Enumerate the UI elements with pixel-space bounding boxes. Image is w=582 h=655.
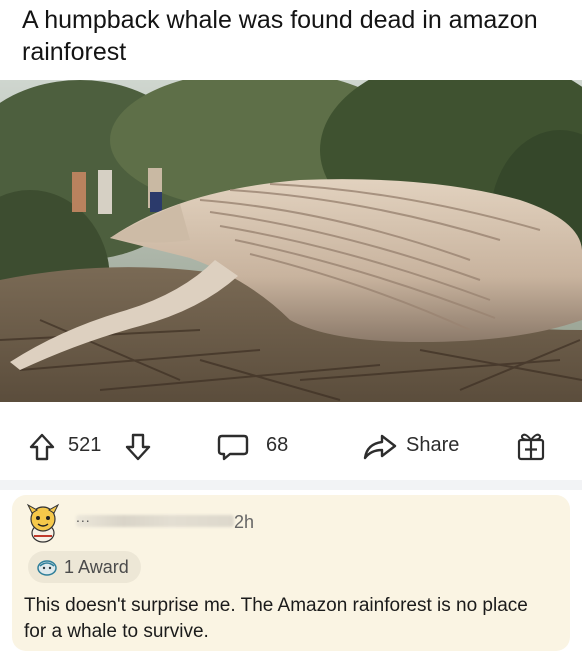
comment-count: 68 [266, 434, 289, 456]
share-button[interactable] [362, 432, 398, 462]
award-icon [37, 560, 57, 576]
username-redacted[interactable] [76, 515, 234, 527]
username-dots: ... [76, 509, 91, 525]
upvote-icon [29, 433, 55, 461]
comment-body: This doesn't surprise me. The Amazon rai… [24, 595, 528, 642]
award-label: 1 Award [64, 556, 129, 577]
downvote-button[interactable] [124, 432, 152, 462]
comment-card: ... 2h 1 Award This doesn't surprise me.… [12, 495, 570, 651]
share-icon [363, 434, 397, 460]
post-actions-bar: 521 68 Share [0, 412, 582, 480]
award-badge[interactable]: 1 Award [28, 551, 141, 583]
comment-icon [217, 434, 249, 461]
avatar[interactable] [24, 503, 62, 543]
section-divider [0, 480, 582, 490]
share-label[interactable]: Share [406, 434, 459, 457]
upvote-count: 521 [68, 434, 102, 456]
post-image[interactable] [0, 80, 582, 402]
award-gift-icon [517, 433, 545, 461]
award-button[interactable] [516, 430, 546, 462]
comments-button[interactable] [216, 432, 250, 462]
comment-timestamp: 2h [234, 512, 255, 532]
upvote-button[interactable] [28, 432, 56, 462]
downvote-icon [125, 433, 151, 461]
post-title[interactable]: A humpback whale was found dead in amazo… [22, 4, 562, 68]
